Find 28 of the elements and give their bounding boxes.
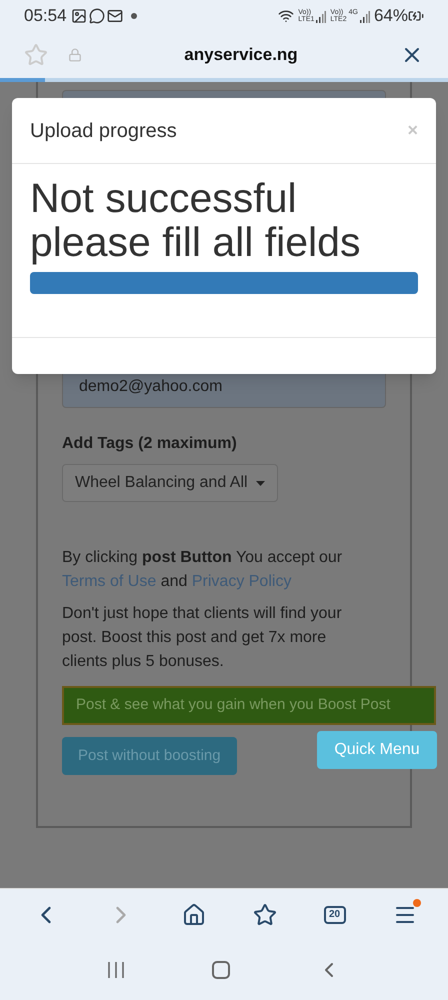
tags-label: Add Tags (2 maximum) (62, 434, 238, 454)
home-nav-icon[interactable] (212, 961, 230, 979)
quick-menu-button[interactable]: Quick Menu (317, 731, 437, 769)
chat-icon (88, 8, 105, 24)
url-text[interactable]: anyservice.ng (82, 42, 400, 68)
error-message: Not successful please fill all fields (30, 176, 362, 264)
close-button[interactable]: × (407, 117, 418, 144)
bookmarks-icon[interactable] (252, 902, 276, 926)
modal-title: Upload progress (30, 118, 177, 144)
privacy-link[interactable]: Privacy Policy (192, 573, 292, 590)
post-button[interactable]: Post without boosting (62, 736, 237, 775)
caret-icon (256, 480, 265, 486)
bookmark-star-icon[interactable] (24, 43, 48, 67)
consent-text: By clicking post Button You accept our Terms of Use and Privacy Policy (62, 548, 344, 592)
home-icon[interactable] (182, 902, 206, 926)
boost-text: Don't just hope that clients will find your post. Boost this post and get 7x more clients plus 5 bonuses. (62, 604, 343, 672)
tabs-button[interactable]: 20 (324, 906, 346, 924)
terms-link[interactable]: Terms of Use (62, 573, 156, 590)
status-time: 05:54 (24, 5, 67, 28)
signal-icon (360, 11, 370, 23)
signal-icon (316, 11, 326, 23)
tags-dropdown[interactable]: Wheel Balancing and All (62, 464, 278, 502)
boost-post-button[interactable]: Post & see what you gain when you Boost Post (62, 686, 436, 724)
image-icon (70, 8, 87, 24)
recent-apps-icon[interactable] (107, 962, 126, 978)
mail-icon (106, 8, 123, 24)
lock-icon (68, 48, 82, 62)
battery-percent: 64% (374, 5, 408, 28)
